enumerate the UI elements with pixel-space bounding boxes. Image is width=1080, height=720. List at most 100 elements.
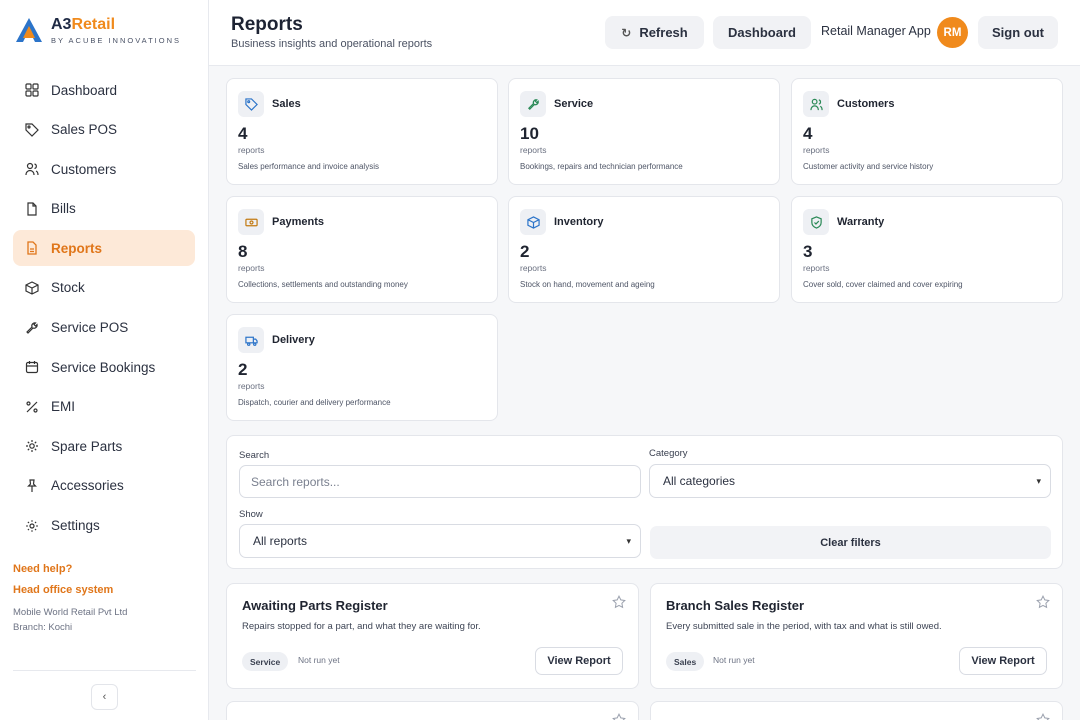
sidebar-item-emi[interactable]: EMI: [13, 389, 195, 425]
sidebar-item-customers[interactable]: Customers: [13, 151, 195, 187]
star-icon[interactable]: [1036, 595, 1050, 609]
sidebar-item-service-bookings[interactable]: Service Bookings: [13, 349, 195, 385]
sidebar-nav: Dashboard Sales POS Customers Bills Repo…: [13, 72, 195, 547]
sidebar-item-label: Dashboard: [51, 82, 118, 98]
sidebar-item-label: Accessories: [51, 478, 124, 494]
sidebar-item-label: Customers: [51, 161, 117, 177]
star-icon[interactable]: [612, 713, 626, 720]
sidebar-item-stock[interactable]: Stock: [13, 270, 195, 306]
wrench-icon: [520, 91, 546, 117]
collapse-sidebar-button[interactable]: ‹: [91, 684, 118, 710]
brand-logo[interactable]: A3Retail BY ACUBE INNOVATIONS: [15, 16, 181, 50]
truck-icon: [238, 327, 264, 353]
sidebar-item-spare-parts[interactable]: Spare Parts: [13, 428, 195, 464]
sidebar-item-dashboard[interactable]: Dashboard: [13, 72, 195, 108]
category-title: Sales: [272, 98, 301, 110]
report-status: Not run yet: [298, 655, 340, 665]
search-input[interactable]: Search reports...: [239, 465, 641, 498]
grid-icon: [25, 83, 39, 97]
category-unit: reports: [238, 263, 265, 273]
show-select-value: All reports: [253, 534, 308, 548]
chevron-down-icon: ▾: [1036, 476, 1041, 486]
sidebar: A3Retail BY ACUBE INNOVATIONS Dashboard …: [0, 0, 209, 720]
percent-icon: [25, 400, 39, 414]
category-description: Dispatch, courier and delivery performan…: [238, 398, 391, 407]
category-card-warranty[interactable]: Warranty 3 reports Cover sold, cover cla…: [791, 196, 1063, 303]
shield-icon: [803, 209, 829, 235]
tag-icon: [238, 91, 264, 117]
category-badge: Sales: [666, 652, 705, 671]
category-title: Warranty: [837, 216, 885, 228]
gear-icon: [25, 439, 39, 453]
calendar-icon: [25, 360, 39, 374]
sidebar-item-service-pos[interactable]: Service POS: [13, 310, 195, 346]
sidebar-item-reports[interactable]: Reports: [13, 230, 195, 267]
chevron-down-icon: ▾: [626, 536, 631, 546]
avatar[interactable]: RM: [937, 17, 968, 48]
category-card-payments[interactable]: Payments 8 reports Collections, settleme…: [226, 196, 498, 303]
category-select[interactable]: All categories ▾: [649, 464, 1051, 498]
report-card-awaiting-parts: Awaiting Parts Register Repairs stopped …: [226, 583, 639, 689]
category-count: 2: [238, 360, 248, 379]
report-description: Every submitted sale in the period, with…: [666, 621, 942, 632]
report-status: Not run yet: [713, 655, 755, 665]
category-unit: reports: [520, 263, 547, 273]
pin-icon: [25, 479, 39, 493]
category-card-delivery[interactable]: Delivery 2 reports Dispatch, courier and…: [226, 314, 498, 421]
category-title: Inventory: [554, 216, 604, 228]
category-unit: reports: [520, 145, 547, 155]
category-title: Payments: [272, 216, 324, 228]
chevron-left-icon: ‹: [102, 691, 107, 703]
branch-name: Branch: Kochi: [13, 622, 73, 633]
category-card-service[interactable]: Service 10 reports Bookings, repairs and…: [508, 78, 780, 185]
cash-icon: [238, 209, 264, 235]
refresh-icon: ↻: [621, 25, 632, 40]
dashboard-button[interactable]: Dashboard: [713, 16, 811, 49]
category-card-inventory[interactable]: Inventory 2 reports Stock on hand, movem…: [508, 196, 780, 303]
app-name: Retail Manager App: [821, 24, 931, 38]
category-label: Category: [649, 448, 688, 459]
sidebar-item-settings[interactable]: Settings: [13, 508, 195, 544]
category-unit: reports: [238, 145, 265, 155]
view-report-button[interactable]: View Report: [535, 647, 623, 675]
show-label: Show: [239, 509, 263, 520]
document-icon: [25, 202, 39, 216]
page-header: Reports Business insights and operationa…: [209, 0, 1080, 66]
show-select[interactable]: All reports ▾: [239, 524, 641, 558]
sidebar-item-label: Spare Parts: [51, 438, 123, 454]
category-badge: Service: [242, 652, 289, 671]
category-card-customers[interactable]: Customers 4 reports Customer activity an…: [791, 78, 1063, 185]
sidebar-item-accessories[interactable]: Accessories: [13, 468, 195, 504]
help-section: Need help? Head office system Mobile Wor…: [13, 563, 127, 635]
users-icon: [803, 91, 829, 117]
wrench-icon: [25, 321, 39, 335]
need-help-link[interactable]: Need help?: [13, 563, 127, 575]
category-card-sales[interactable]: Sales 4 reports Sales performance and in…: [226, 78, 498, 185]
settings-icon: [25, 519, 39, 533]
sidebar-item-sales-pos[interactable]: Sales POS: [13, 112, 195, 148]
filters-panel: Search Search reports... Category All ca…: [226, 435, 1063, 569]
view-report-button[interactable]: View Report: [959, 647, 1047, 675]
search-label: Search: [239, 450, 270, 461]
company-name: Mobile World Retail Pvt Ltd: [13, 607, 128, 618]
sidebar-item-label: Settings: [51, 518, 100, 534]
sign-out-button[interactable]: Sign out: [978, 16, 1058, 49]
category-description: Customer activity and service history: [803, 162, 934, 171]
sidebar-divider: [13, 670, 196, 671]
report-card-partial: [650, 701, 1063, 720]
refresh-button[interactable]: ↻ Refresh: [605, 16, 704, 49]
sidebar-item-bills[interactable]: Bills: [13, 191, 195, 227]
box-icon: [520, 209, 546, 235]
clear-filters-button[interactable]: Clear filters: [650, 526, 1051, 559]
box-icon: [25, 281, 39, 295]
star-icon[interactable]: [1036, 713, 1050, 720]
category-description: Cover sold, cover claimed and cover expi…: [803, 280, 963, 289]
category-count: 4: [803, 124, 813, 143]
category-description: Collections, settlements and outstanding…: [238, 280, 408, 289]
head-office-link[interactable]: Head office system: [13, 584, 127, 596]
a3-logo-icon: [15, 16, 43, 44]
category-count: 2: [520, 242, 530, 261]
star-icon[interactable]: [612, 595, 626, 609]
report-card-partial: [226, 701, 639, 720]
tag-icon: [25, 122, 39, 137]
